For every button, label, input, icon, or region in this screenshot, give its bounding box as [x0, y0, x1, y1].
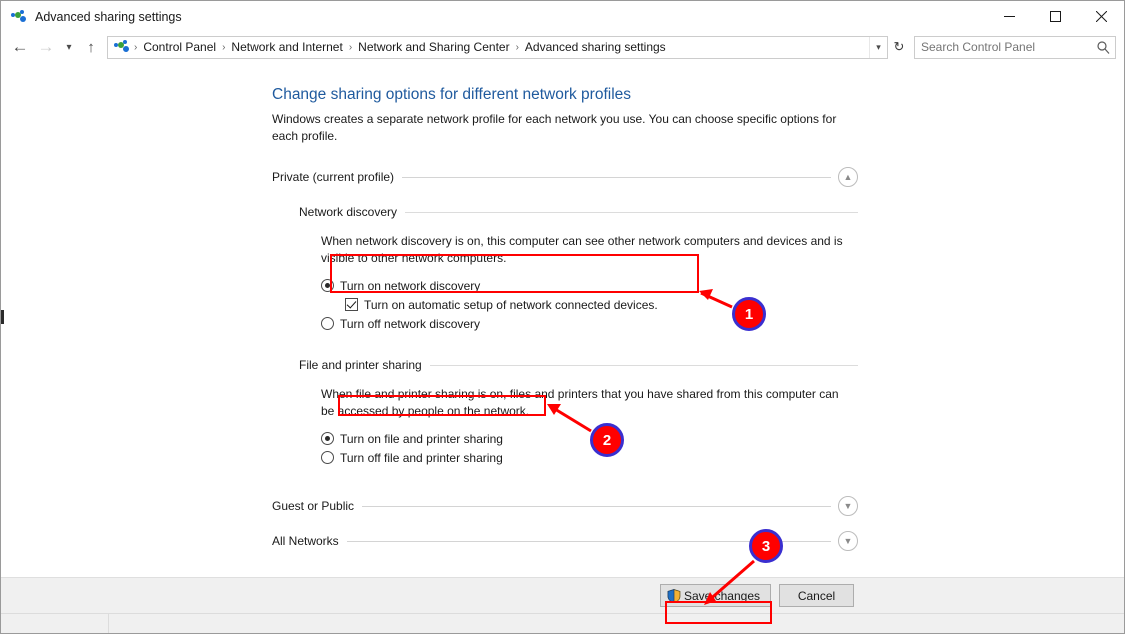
- search-icon[interactable]: [1091, 41, 1115, 54]
- divider: [402, 177, 831, 178]
- chevron-down-icon[interactable]: ▼: [838, 531, 858, 551]
- checkbox-icon-checked: [345, 298, 358, 311]
- breadcrumb-separator: ›: [347, 42, 354, 53]
- radio-turn-on-file-printer-sharing[interactable]: Turn on file and printer sharing: [321, 429, 858, 448]
- back-icon[interactable]: ←: [7, 34, 33, 60]
- page-title: Change sharing options for different net…: [272, 86, 858, 104]
- close-button[interactable]: [1078, 1, 1124, 32]
- breadcrumb: › Control Panel › Network and Internet ›…: [112, 39, 869, 55]
- profile-header-guest-or-public[interactable]: Guest or Public ▼: [272, 496, 858, 516]
- section-label-network-discovery: Network discovery: [299, 205, 405, 219]
- navigation-bar: ← → ▾ ↑ › Control Panel › Network and In…: [1, 32, 1124, 62]
- radio-icon-unselected: [321, 317, 334, 330]
- radio-icon-unselected: [321, 451, 334, 464]
- file-printer-sharing-description: When file and printer sharing is on, fil…: [321, 386, 846, 420]
- minimize-button[interactable]: [986, 1, 1032, 32]
- file-printer-sharing-options: Turn on file and printer sharing Turn of…: [321, 429, 858, 467]
- profile-header-all-networks[interactable]: All Networks ▼: [272, 531, 858, 551]
- advanced-sharing-settings-window: Advanced sharing settings ← → ▾ ↑: [0, 0, 1125, 634]
- profile-header-private[interactable]: Private (current profile) ▲: [272, 167, 858, 187]
- save-changes-button[interactable]: Save changes: [660, 584, 771, 607]
- radio-icon-selected: [321, 279, 334, 292]
- cancel-button[interactable]: Cancel: [779, 584, 854, 607]
- chevron-down-icon[interactable]: ▾: [59, 34, 79, 60]
- profile-label-guest-or-public: Guest or Public: [272, 499, 362, 513]
- option-label: Turn off file and printer sharing: [340, 451, 503, 465]
- divider: [405, 212, 858, 213]
- option-label: Turn on file and printer sharing: [340, 432, 503, 446]
- window-controls: [986, 1, 1124, 32]
- save-changes-label: Save changes: [684, 589, 760, 603]
- option-label: Turn on network discovery: [340, 279, 480, 293]
- divider: [430, 365, 858, 366]
- breadcrumb-item-network-and-internet[interactable]: Network and Internet: [227, 40, 346, 54]
- profile-label-private: Private (current profile): [272, 170, 402, 184]
- breadcrumb-item-network-and-sharing-center[interactable]: Network and Sharing Center: [354, 40, 513, 54]
- chevron-down-icon[interactable]: ▼: [838, 496, 858, 516]
- settings-pane: Change sharing options for different net…: [272, 86, 858, 553]
- radio-icon-selected: [321, 432, 334, 445]
- option-label: Turn on automatic setup of network conne…: [364, 298, 658, 312]
- status-bar: [1, 613, 1124, 633]
- command-bar: Save changes Cancel: [1, 577, 1124, 613]
- search-box[interactable]: [914, 36, 1116, 59]
- page-intro-text: Windows creates a separate network profi…: [272, 111, 842, 145]
- breadcrumb-separator: ›: [220, 42, 227, 53]
- up-arrow-icon[interactable]: ↑: [79, 34, 103, 60]
- section-header-file-printer-sharing: File and printer sharing: [299, 358, 858, 372]
- divider: [362, 506, 831, 507]
- maximize-button[interactable]: [1032, 1, 1078, 32]
- network-sharing-icon: [11, 9, 27, 25]
- checkbox-automatic-setup[interactable]: Turn on automatic setup of network conne…: [345, 295, 858, 314]
- section-label-file-printer-sharing: File and printer sharing: [299, 358, 430, 372]
- radio-turn-off-network-discovery[interactable]: Turn off network discovery: [321, 314, 858, 333]
- breadcrumb-item-advanced-sharing-settings[interactable]: Advanced sharing settings: [521, 40, 670, 54]
- uac-shield-icon: [667, 589, 681, 603]
- breadcrumb-network-icon: [114, 39, 130, 55]
- window-edge-marker: [1, 310, 4, 324]
- breadcrumb-separator: ›: [132, 42, 139, 53]
- content-area: Change sharing options for different net…: [1, 62, 1124, 577]
- refresh-icon[interactable]: ↻: [888, 37, 910, 58]
- window-title: Advanced sharing settings: [35, 10, 182, 24]
- radio-turn-on-network-discovery[interactable]: Turn on network discovery: [321, 276, 858, 295]
- forward-icon[interactable]: →: [33, 34, 59, 60]
- profile-label-all-networks: All Networks: [272, 534, 347, 548]
- network-discovery-options: Turn on network discovery Turn on automa…: [321, 276, 858, 333]
- radio-turn-off-file-printer-sharing[interactable]: Turn off file and printer sharing: [321, 448, 858, 467]
- divider: [347, 541, 831, 542]
- section-header-network-discovery: Network discovery: [299, 205, 858, 219]
- network-discovery-description: When network discovery is on, this compu…: [321, 233, 846, 267]
- cancel-label: Cancel: [798, 589, 835, 603]
- search-input[interactable]: [915, 39, 1091, 55]
- breadcrumb-item-control-panel[interactable]: Control Panel: [139, 40, 220, 54]
- chevron-up-icon[interactable]: ▲: [838, 167, 858, 187]
- address-dropdown-icon[interactable]: ▾: [869, 37, 887, 58]
- address-bar[interactable]: › Control Panel › Network and Internet ›…: [107, 36, 888, 59]
- status-bar-cell: [1, 614, 109, 633]
- breadcrumb-separator: ›: [514, 42, 521, 53]
- title-bar: Advanced sharing settings: [1, 1, 1124, 32]
- option-label: Turn off network discovery: [340, 317, 480, 331]
